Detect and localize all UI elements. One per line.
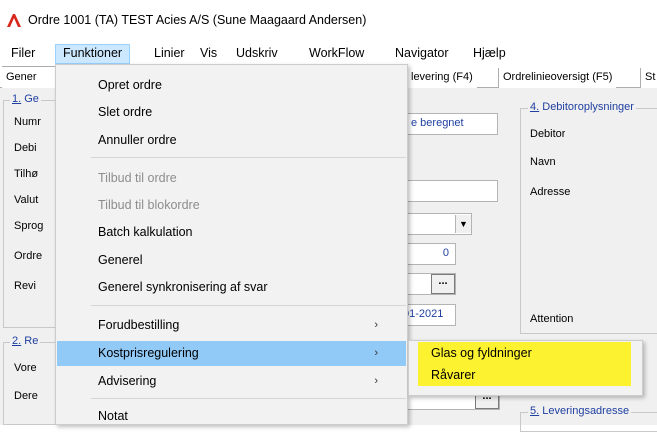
label-deres: Dere [14,390,38,402]
menu-item-slet-ordre[interactable]: Slet ordre [57,100,406,125]
label-navn: Navn [530,156,556,168]
menu-item-annuller-ordre[interactable]: Annuller ordre [57,128,406,153]
menu-item-advisering[interactable]: Advisering › [57,369,406,394]
group-2-frame [3,342,63,425]
menu-item-notat[interactable]: Notat [57,404,406,429]
sprog-value: 0 [442,247,449,259]
menu-bar: Filer Funktioner Linier Vis Udskriv Work… [0,40,657,64]
label-debitor-info: Debitor [530,128,566,140]
menu-item-generel-synkronisering[interactable]: Generel synkronisering af svar [57,275,406,300]
submenu-arrow-icon: › [374,347,378,359]
menu-item-generel[interactable]: Generel [57,248,406,273]
menu-workflow[interactable]: WorkFlow [302,44,371,64]
tilhoer-field[interactable] [400,180,498,202]
label-vores: Vore [14,362,37,374]
group-2-title: 2. Re [10,335,41,347]
label-valuta: Valut [14,194,39,206]
submenu-arrow-icon: › [374,375,378,387]
title-bar: Ordre 1001 (TA) TEST Acies A/S (Sune Maa… [0,0,657,40]
menu-item-kostprisregulering[interactable]: Kostprisregulering › [57,341,406,366]
label-ordre: Ordre [14,250,43,262]
menu-navigator[interactable]: Navigator [388,44,456,64]
label-revision: Revi [14,280,37,292]
tab-st[interactable]: St [640,68,657,88]
tab-generel[interactable]: Gener [2,66,62,88]
menu-hjaelp[interactable]: Hjælp [466,44,513,64]
calc-status-field: e beregnet [400,113,498,135]
label-nummer: Numr [14,116,41,128]
label-sprog: Sprog [14,220,44,232]
sprog-field[interactable]: 0 [400,243,456,265]
tab-levering[interactable]: levering (F4) [406,68,477,88]
label-adresse: Adresse [530,186,571,198]
group-1-frame [3,100,63,328]
revision-date-field[interactable]: 01-2021 [400,304,456,326]
menu-item-tilbud-til-blokordre: Tilbud til blokordre [98,198,200,212]
ordre-field[interactable]: ... [400,273,456,295]
menu-item-batch-kalkulation[interactable]: Batch kalkulation [57,220,406,245]
label-tilhoer: Tilhø [14,168,39,180]
valuta-combo[interactable]: ▼ [400,213,472,235]
window-title: Ordre 1001 (TA) TEST Acies A/S (Sune Maa… [28,13,367,27]
chevron-down-icon[interactable]: ▼ [455,215,471,233]
label-attention: Attention [530,313,574,325]
menu-udskriv[interactable]: Udskriv [229,44,285,64]
menu-separator [91,398,406,399]
app-logo-icon [7,14,21,27]
group-4-frame [520,108,657,334]
group-1-title: 1. Ge [10,93,41,105]
menu-filer[interactable]: Filer [4,44,42,64]
menu-item-forudbestilling[interactable]: Forudbestilling › [57,313,406,338]
tab-ordrelinieoversigt[interactable]: Ordrelinieoversigt (F5) [498,68,617,88]
label-debitor: Debi [14,142,37,154]
menu-funktioner[interactable]: Funktioner [55,44,131,64]
ellipsis-button[interactable]: ... [431,274,455,294]
calc-status-text: e beregnet [411,117,464,129]
menu-item-tilbud-til-ordre: Tilbud til ordre [98,171,177,185]
revision-date-value: 01-2021 [403,308,444,320]
menu-linier[interactable]: Linier [147,44,192,64]
menu-separator [91,157,406,158]
group-5-title: 5. Leveringsadresse [528,405,632,417]
menu-vis[interactable]: Vis [193,44,224,64]
menu-item-opret-ordre[interactable]: Opret ordre [57,73,406,98]
group-4-title: 4. Debitoroplysninger [528,101,636,113]
submenu-item-glas-og-fyldninger[interactable]: Glas og fyldninger [409,341,638,365]
menu-separator [91,305,406,306]
submenu-item-raavarer[interactable]: Råvarer [409,363,638,387]
submenu-arrow-icon: › [374,319,378,331]
funktioner-dropdown-menu: Opret ordre Slet ordre Annuller ordre Ti… [55,64,408,425]
